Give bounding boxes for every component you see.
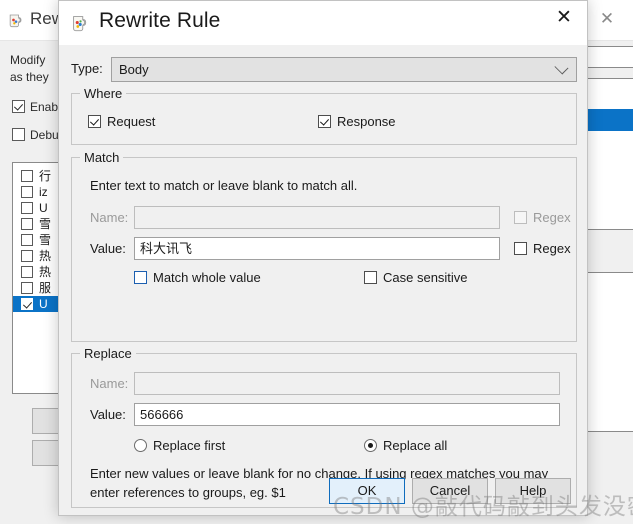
list-item-label: 热 xyxy=(39,265,52,279)
background-enable-checkbox[interactable]: Enab xyxy=(12,100,58,114)
replace-all-radio[interactable]: Replace all xyxy=(364,438,447,453)
match-whole-value-label: Match whole value xyxy=(153,270,261,285)
checkbox-box xyxy=(514,242,527,255)
checkbox-box xyxy=(88,115,101,128)
type-select[interactable]: Body xyxy=(111,57,577,82)
replace-all-label: Replace all xyxy=(383,438,448,453)
radio-dot xyxy=(364,439,377,452)
match-name-regex-label: Regex xyxy=(533,210,571,225)
background-enable-label: Enab xyxy=(30,100,59,114)
response-checkbox[interactable]: Response xyxy=(318,114,396,129)
checkbox-box xyxy=(21,234,33,246)
list-item-label: U xyxy=(39,201,48,215)
checkbox-box xyxy=(21,266,33,278)
help-button[interactable]: Help xyxy=(495,478,571,504)
match-hint: Enter text to match or leave blank to ma… xyxy=(90,178,358,193)
background-debug-label: Debu xyxy=(30,128,59,142)
list-item-label: 服 xyxy=(39,281,52,295)
request-checkbox[interactable]: Request xyxy=(88,114,155,129)
rewrite-rule-dialog: Rewrite Rule ✕ Type: Body Where Request … xyxy=(58,0,588,516)
list-item-label: iz xyxy=(39,185,48,199)
ok-button[interactable]: OK xyxy=(329,478,405,504)
where-group-title: Where xyxy=(80,86,127,101)
replace-name-label: Name: xyxy=(90,376,129,391)
checkbox-box xyxy=(21,250,33,262)
match-whole-value-checkbox[interactable]: Match whole value xyxy=(134,270,261,285)
checkbox-box xyxy=(21,282,33,294)
checkbox-box xyxy=(12,100,25,113)
list-item-label: 雪 xyxy=(39,217,52,231)
dialog-titlebar: Rewrite Rule ✕ xyxy=(59,1,587,45)
checkbox-box xyxy=(134,271,147,284)
match-value-regex-checkbox[interactable]: Regex xyxy=(514,241,571,256)
dialog-footer: OK Cancel Help xyxy=(59,467,587,515)
replace-group-title: Replace xyxy=(80,346,136,361)
request-label: Request xyxy=(107,114,156,129)
checkbox-box xyxy=(364,271,377,284)
type-select-value: Body xyxy=(119,62,149,77)
match-name-row: Name: Regex xyxy=(90,206,571,229)
checkbox-box xyxy=(21,202,33,214)
match-name-regex-checkbox: Regex xyxy=(514,210,571,225)
dialog-body: Type: Body Where Request Response Match xyxy=(59,45,587,515)
checkbox-box xyxy=(514,211,527,224)
background-window-close-icon[interactable]: ✕ xyxy=(585,4,629,34)
background-debug-checkbox[interactable]: Debu xyxy=(12,128,59,142)
checkbox-box xyxy=(21,186,33,198)
dialog-title: Rewrite Rule xyxy=(99,9,221,32)
list-item-label: 热 xyxy=(39,249,52,263)
charles-jug-icon xyxy=(9,14,22,28)
checkbox-box xyxy=(21,298,33,310)
match-name-label: Name: xyxy=(90,210,129,225)
replace-name-row: Name: xyxy=(90,372,560,395)
match-group: Match Enter text to match or leave blank… xyxy=(71,150,577,342)
match-value-input[interactable]: 科大讯飞 xyxy=(134,237,500,260)
close-icon[interactable]: ✕ xyxy=(541,1,587,33)
screen: Rewrite ✕ Modify as they Enab Debu 行 iz … xyxy=(0,0,633,524)
list-item-label: 雪 xyxy=(39,233,52,247)
match-value-row: Value: 科大讯飞 Regex xyxy=(90,237,571,260)
match-value-label: Value: xyxy=(90,241,126,256)
case-sensitive-label: Case sensitive xyxy=(383,270,468,285)
checkbox-box xyxy=(12,128,25,141)
match-name-input xyxy=(134,206,500,229)
replace-name-input xyxy=(134,372,560,395)
replace-value-input[interactable]: 566666 xyxy=(134,403,560,426)
replace-first-label: Replace first xyxy=(153,438,226,453)
charles-jug-icon xyxy=(73,16,87,32)
match-group-title: Match xyxy=(80,150,124,165)
chevron-down-icon xyxy=(554,60,569,75)
list-item-label: U xyxy=(39,297,48,311)
checkbox-box xyxy=(318,115,331,128)
match-value-regex-label: Regex xyxy=(533,241,571,256)
replace-value-row: Value: 566666 xyxy=(90,403,560,426)
checkbox-box xyxy=(21,218,33,230)
replace-first-radio[interactable]: Replace first xyxy=(134,438,225,453)
where-group: Where Request Response xyxy=(71,86,577,145)
type-label: Type: xyxy=(71,61,103,76)
case-sensitive-checkbox[interactable]: Case sensitive xyxy=(364,270,468,285)
replace-value-label: Value: xyxy=(90,407,126,422)
list-item-label: 行 xyxy=(39,169,52,183)
radio-dot xyxy=(134,439,147,452)
cancel-button[interactable]: Cancel xyxy=(412,478,488,504)
response-label: Response xyxy=(337,114,396,129)
checkbox-box xyxy=(21,170,33,182)
type-row: Type: Body xyxy=(71,57,577,82)
